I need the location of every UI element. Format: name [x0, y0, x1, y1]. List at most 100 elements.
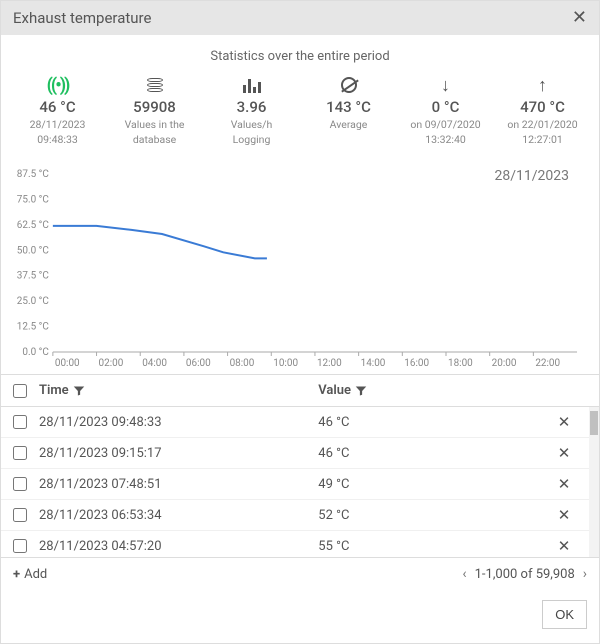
stat-avg: 143 °C Average	[300, 74, 397, 146]
ok-button[interactable]: OK	[542, 600, 587, 629]
header-value[interactable]: Value	[318, 383, 551, 398]
cell-time: 28/11/2023 09:48:33	[39, 415, 318, 430]
svg-text:75.0 °C: 75.0 °C	[17, 195, 50, 206]
delete-row-icon[interactable]: ✕	[551, 444, 577, 462]
stats-row: ((•)) 46 °C 28/11/2023 09:48:33 59908 Va…	[1, 70, 599, 164]
row-checkbox[interactable]	[13, 477, 27, 491]
page-next-icon[interactable]: ›	[583, 566, 587, 582]
cell-value: 46 °C	[318, 446, 551, 461]
bars-icon	[203, 74, 300, 96]
header-time-label: Time	[39, 383, 69, 398]
svg-text:18:00: 18:00	[448, 358, 473, 369]
delete-row-icon[interactable]: ✕	[551, 475, 577, 493]
database-icon	[106, 74, 203, 96]
cell-time: 28/11/2023 06:53:34	[39, 508, 318, 523]
svg-text:0.0 °C: 0.0 °C	[22, 347, 49, 358]
cell-value: 55 °C	[318, 539, 551, 554]
svg-text:25.0 °C: 25.0 °C	[17, 296, 50, 307]
stat-db-value: 59908	[106, 98, 203, 116]
cell-value: 46 °C	[318, 415, 551, 430]
scrollbar[interactable]	[589, 407, 599, 557]
chart-svg: 87.5 °C 75.0 °C 62.5 °C 50.0 °C 37.5 °C 25.0 …	[13, 164, 587, 374]
stat-max-sub2: 12:27:01	[494, 133, 591, 146]
statistics-dialog: Exhaust temperature ✕ Statistics over th…	[0, 0, 600, 644]
svg-text:12.5 °C: 12.5 °C	[17, 322, 50, 333]
svg-text:04:00: 04:00	[142, 358, 167, 369]
select-all-cell[interactable]	[13, 384, 39, 398]
row-checkbox[interactable]	[13, 539, 27, 553]
stat-rate-sub1: Values/h	[203, 118, 300, 131]
stat-live: ((•)) 46 °C 28/11/2023 09:48:33	[9, 74, 106, 146]
svg-text:08:00: 08:00	[230, 358, 255, 369]
table-row: 28/11/2023 07:48:5149 °C✕	[1, 469, 599, 500]
stat-max: ↑ 470 °C on 22/01/2020 12:27:01	[494, 74, 591, 146]
stat-live-sub2: 09:48:33	[9, 133, 106, 146]
svg-text:14:00: 14:00	[361, 358, 386, 369]
filter-icon[interactable]	[355, 385, 367, 397]
close-icon[interactable]: ✕	[572, 9, 587, 27]
cell-value: 52 °C	[318, 508, 551, 523]
scrollbar-thumb[interactable]	[590, 411, 598, 435]
chart: 28/11/2023 87.5 °C 75.0 °C 62.5 °C 50.0 °C 3…	[1, 164, 599, 374]
svg-text:20:00: 20:00	[492, 358, 517, 369]
svg-text:37.5 °C: 37.5 °C	[17, 271, 50, 282]
svg-text:62.5 °C: 62.5 °C	[17, 220, 50, 231]
chart-date-label: 28/11/2023	[495, 168, 570, 184]
pager-range: 1-1,000 of 59,908	[475, 567, 575, 582]
delete-row-icon[interactable]: ✕	[551, 537, 577, 555]
row-checkbox[interactable]	[13, 415, 27, 429]
stat-min-sub2: 13:32:40	[397, 133, 494, 146]
stat-avg-sub1: Average	[300, 118, 397, 131]
svg-text:10:00: 10:00	[273, 358, 298, 369]
svg-text:00:00: 00:00	[55, 358, 80, 369]
stat-rate: 3.96 Values/h Logging	[203, 74, 300, 146]
select-all-checkbox[interactable]	[13, 384, 27, 398]
table-row: 28/11/2023 04:57:2055 °C✕	[1, 531, 599, 557]
pager: ‹ 1-1,000 of 59,908 ›	[462, 566, 587, 582]
filter-icon[interactable]	[73, 385, 85, 397]
stat-db-sub1: Values in the	[106, 118, 203, 131]
delete-row-icon[interactable]: ✕	[551, 413, 577, 431]
row-checkbox[interactable]	[13, 508, 27, 522]
titlebar: Exhaust temperature ✕	[1, 1, 599, 35]
table-row: 28/11/2023 09:48:3346 °C✕	[1, 407, 599, 438]
cell-time: 28/11/2023 04:57:20	[39, 539, 318, 554]
cell-time: 28/11/2023 09:15:17	[39, 446, 318, 461]
cell-time: 28/11/2023 07:48:51	[39, 477, 318, 492]
header-value-label: Value	[318, 383, 351, 398]
average-icon	[300, 74, 397, 96]
add-label: Add	[24, 567, 47, 582]
cell-value: 49 °C	[318, 477, 551, 492]
table-row: 28/11/2023 09:15:1746 °C✕	[1, 438, 599, 469]
table-header: Time Value	[1, 374, 599, 407]
stat-db-sub2: database	[106, 133, 203, 146]
dialog-subtitle: Statistics over the entire period	[1, 35, 599, 70]
delete-row-icon[interactable]: ✕	[551, 506, 577, 524]
svg-text:02:00: 02:00	[99, 358, 124, 369]
stat-max-sub1: on 22/01/2020	[494, 118, 591, 131]
header-time[interactable]: Time	[39, 383, 318, 398]
svg-text:50.0 °C: 50.0 °C	[17, 246, 50, 257]
row-checkbox[interactable]	[13, 446, 27, 460]
plus-icon: +	[13, 567, 20, 582]
stat-min-value: 0 °C	[397, 98, 494, 116]
svg-text:12:00: 12:00	[317, 358, 342, 369]
arrow-up-icon: ↑	[494, 74, 591, 96]
table-body: 28/11/2023 09:48:3346 °C✕28/11/2023 09:1…	[1, 407, 599, 557]
add-button[interactable]: + Add	[13, 567, 47, 582]
svg-text:87.5 °C: 87.5 °C	[17, 169, 50, 180]
stat-db: 59908 Values in the database	[106, 74, 203, 146]
dialog-title: Exhaust temperature	[13, 9, 151, 27]
signal-icon: ((•))	[9, 74, 106, 96]
table-footer: + Add ‹ 1-1,000 of 59,908 ›	[1, 557, 599, 590]
stat-live-value: 46 °C	[9, 98, 106, 116]
stat-live-sub1: 28/11/2023	[9, 118, 106, 131]
button-row: OK	[1, 590, 599, 643]
stat-min-sub1: on 09/07/2020	[397, 118, 494, 131]
page-prev-icon[interactable]: ‹	[462, 566, 466, 582]
svg-text:22:00: 22:00	[535, 358, 560, 369]
stat-rate-sub2: Logging	[203, 133, 300, 146]
table-row: 28/11/2023 06:53:3452 °C✕	[1, 500, 599, 531]
stat-rate-value: 3.96	[203, 98, 300, 116]
stat-max-value: 470 °C	[494, 98, 591, 116]
